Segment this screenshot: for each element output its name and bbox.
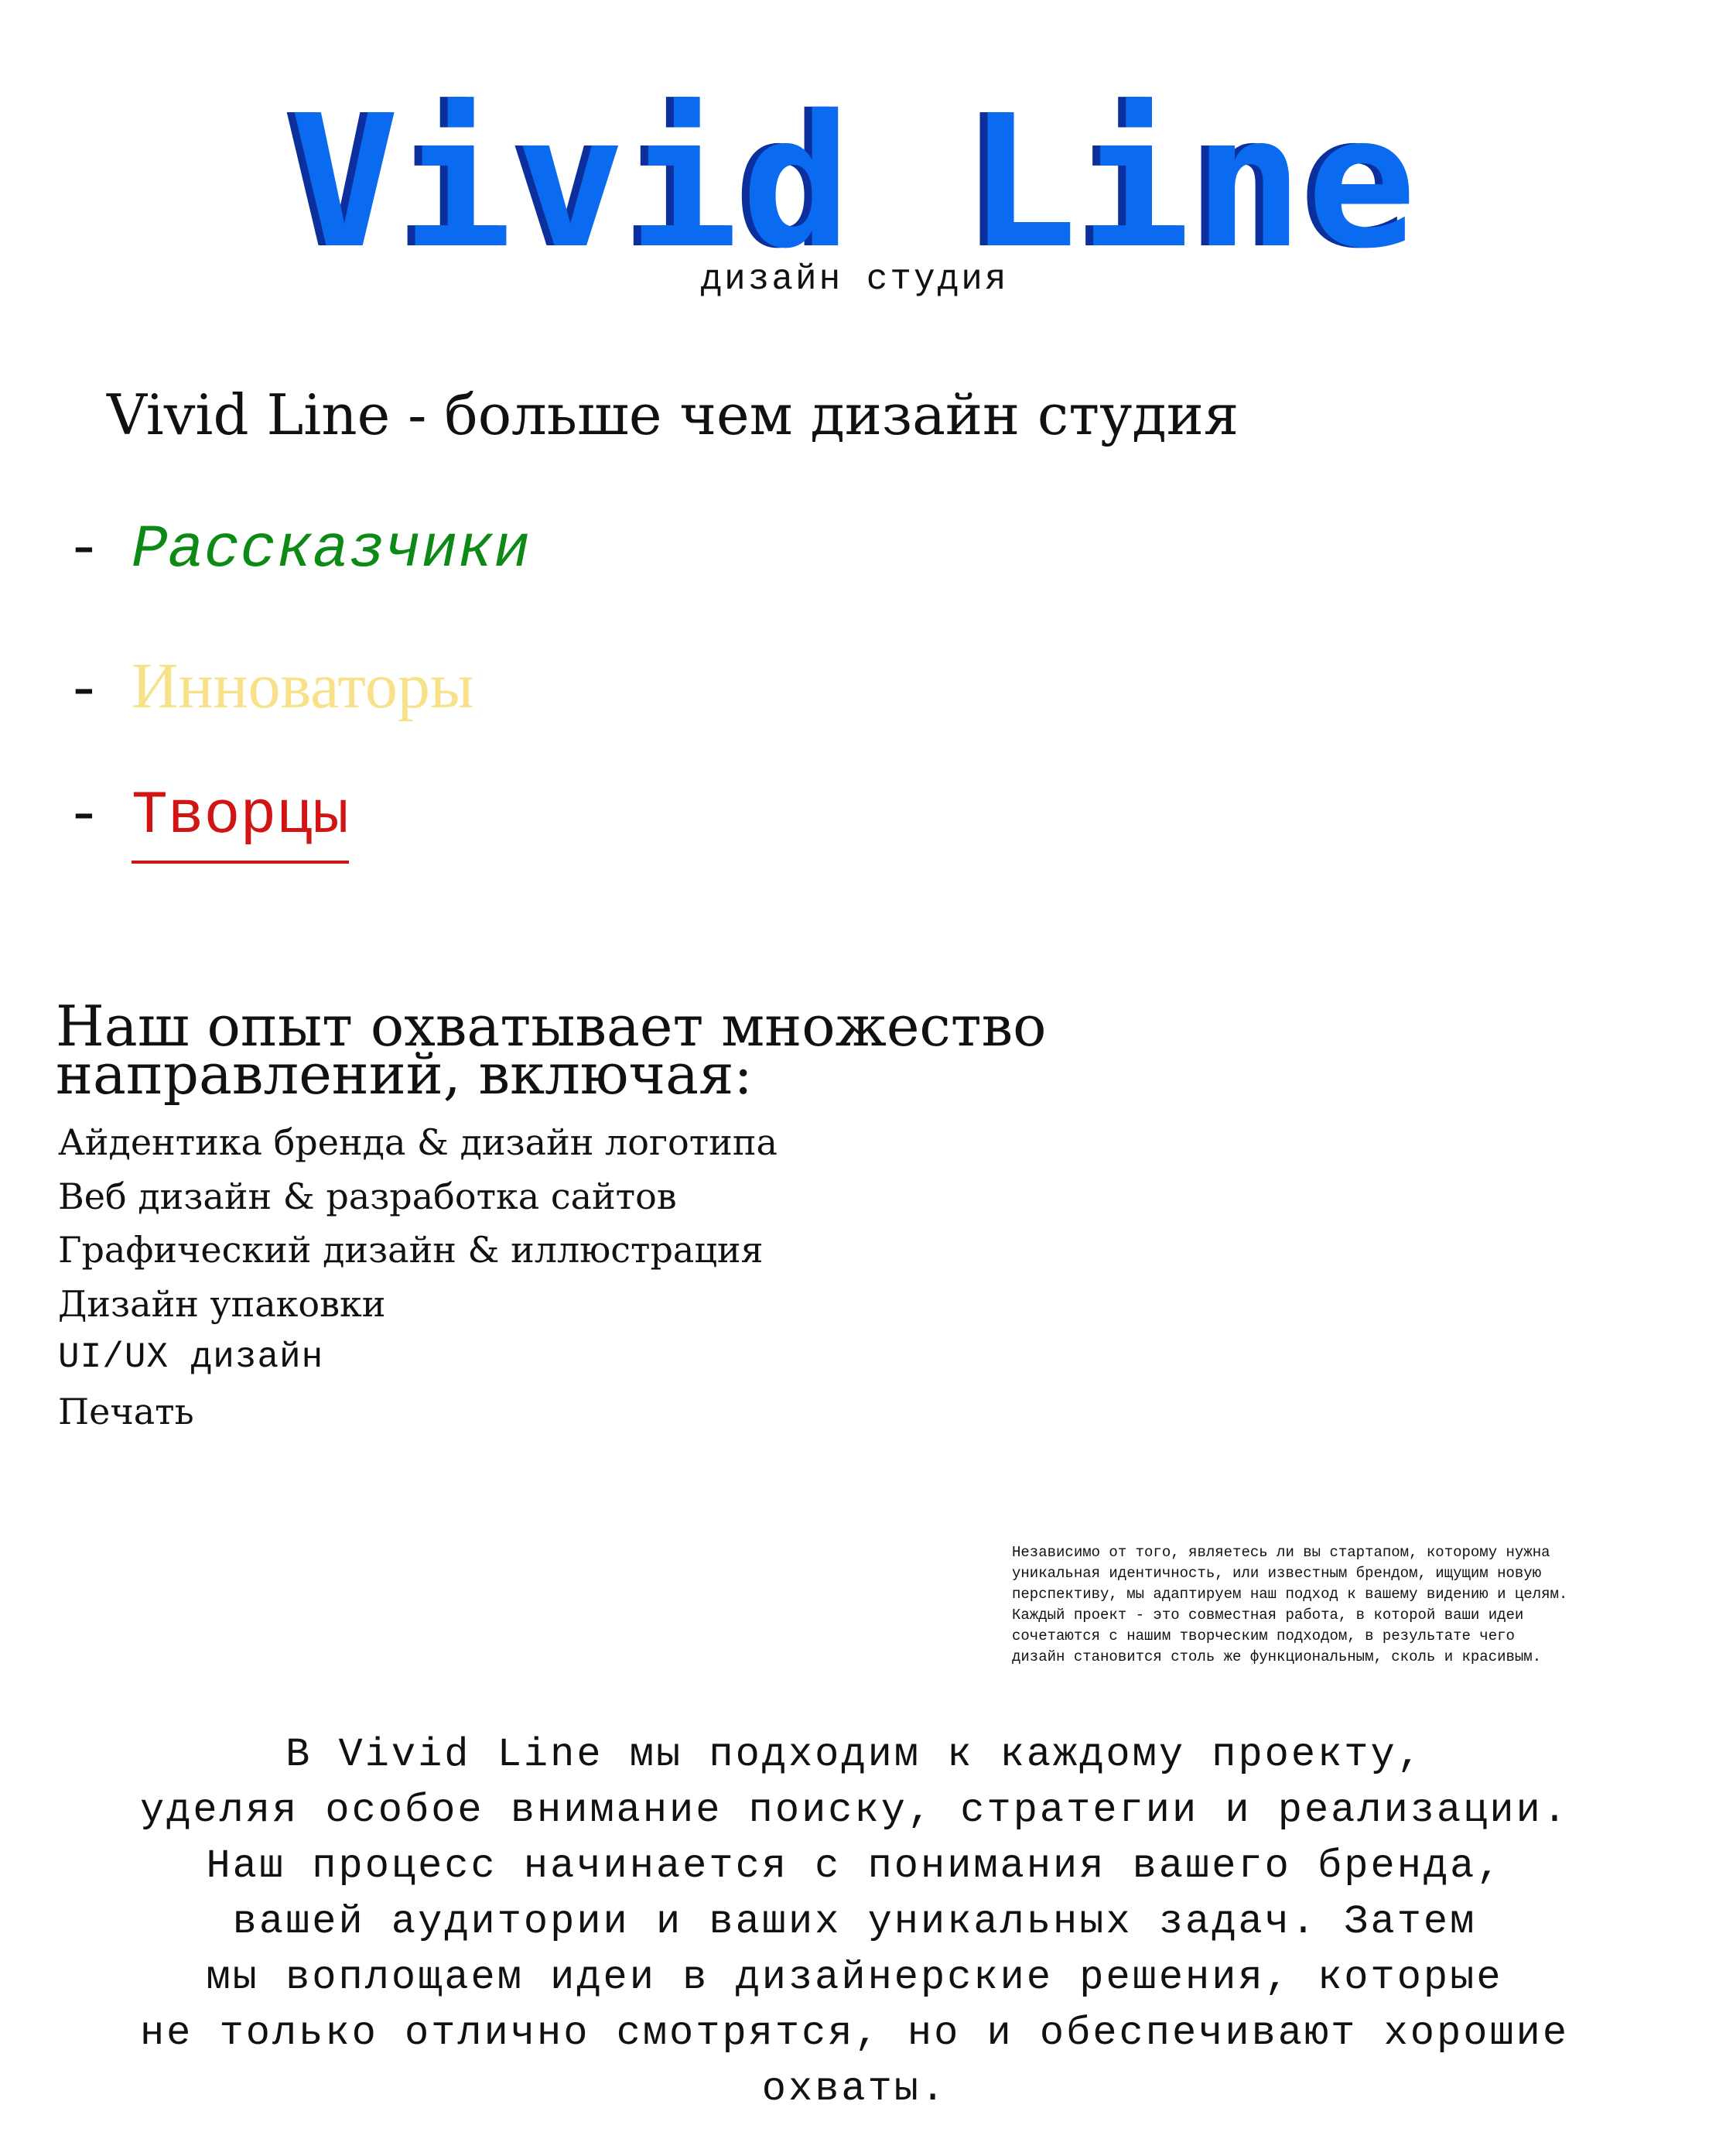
note-line: перспективу, мы адаптируем наш подход к … — [1012, 1586, 1568, 1603]
note-line: Каждый проект - это совместная работа, в… — [1012, 1607, 1524, 1624]
role-label: Инноваторы — [132, 650, 474, 722]
role-label: Творцы — [132, 786, 349, 864]
process-line: В Vivid Line мы подходим к каждому проек… — [285, 1732, 1424, 1778]
note-line: дизайн становится столь же функциональны… — [1012, 1648, 1542, 1665]
brand-title: Vivid Line — [289, 76, 1420, 289]
service-item: Веб дизайн & разработка сайтов — [58, 1175, 677, 1217]
service-item: UI/UX дизайн — [58, 1337, 324, 1377]
note-line: сочетаются с нашим творческим подходом, … — [1012, 1627, 1515, 1644]
service-item: Айдентика бренда & дизайн логотипа — [58, 1121, 778, 1163]
brand-subtitle: дизайн студия — [700, 259, 1009, 299]
experience-heading: Наш опыт охватывает множество направлени… — [56, 998, 1216, 1102]
experience-heading-line: направлений, включая: — [56, 1041, 753, 1107]
role-item-storytellers: - Рассказчики — [66, 520, 530, 580]
process-paragraph: В Vivid Line мы подходим к каждому проек… — [0, 1727, 1709, 2117]
role-item-innovators: - Инноваторы — [66, 654, 473, 726]
role-dash: - — [66, 516, 102, 584]
service-list: Айдентика бренда & дизайн логотипа Веб д… — [58, 1116, 778, 1439]
note-line: Независимо от того, являетесь ли вы стар… — [1012, 1544, 1550, 1561]
role-dash: - — [66, 782, 102, 850]
process-line: Наш процесс начинается с понимания вашег… — [206, 1843, 1503, 1889]
note-line: уникальная идентичность, или известным б… — [1012, 1565, 1542, 1582]
service-item: Дизайн упаковки — [58, 1282, 386, 1325]
service-item: Печать — [58, 1390, 194, 1432]
role-dash: - — [66, 658, 102, 726]
role-label: Рассказчики — [132, 516, 530, 584]
tagline: Vivid Line - больше чем дизайн студия — [107, 382, 1239, 447]
process-line: уделяя особое внимание поиску, стратегии… — [139, 1788, 1570, 1833]
small-note-paragraph: Независимо от того, являетесь ли вы стар… — [1012, 1542, 1668, 1668]
process-line: вашей аудитории и ваших уникальных задач… — [232, 1899, 1477, 1945]
process-line: не только отлично смотрятся, но и обеспе… — [139, 2011, 1570, 2056]
process-line: мы воплощаем идеи в дизайнерские решения… — [206, 1955, 1503, 2000]
role-item-creators: - Творцы — [66, 786, 349, 864]
process-line: охваты. — [761, 2066, 948, 2112]
service-item: Графический дизайн & иллюстрация — [58, 1229, 764, 1271]
